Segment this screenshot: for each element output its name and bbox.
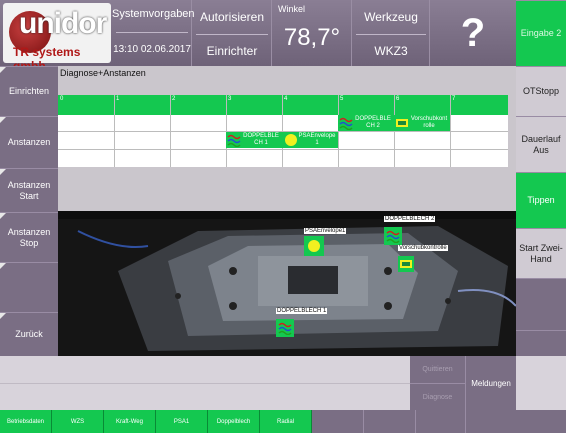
systemvorgaben-label: Systemvorgaben (112, 8, 195, 20)
camera-marker-vorschub[interactable] (398, 256, 414, 272)
grid-col-line (394, 95, 395, 167)
tab-psa1[interactable]: PSA1 (156, 410, 208, 433)
tab-empty (312, 410, 364, 433)
tick-label: 1 (116, 96, 120, 102)
quittieren-button[interactable]: Quittieren (410, 356, 466, 383)
tick-label: 6 (396, 96, 400, 102)
sensor-vorschubkontrolle[interactable]: Vorschubkont rolle (394, 115, 450, 131)
wave-icon (339, 117, 353, 130)
camera-marker-db1[interactable] (276, 319, 294, 337)
menu-start-zweihand[interactable]: Start Zwei-Hand (516, 228, 566, 278)
tab-empty (364, 410, 416, 433)
camera-marker-psa[interactable] (304, 236, 324, 256)
tick-label: 7 (452, 96, 456, 102)
sensor-label: DOPPELBLE CH 1 (243, 133, 279, 146)
tick-label: 3 (228, 96, 232, 102)
tab-radial[interactable]: Radial (260, 410, 312, 433)
winkel-value: 78,7° (283, 24, 341, 51)
menu-otstopp[interactable]: OTStopp (516, 66, 566, 116)
menu-empty (516, 278, 566, 330)
sensor-doppelblech-2[interactable]: DOPPELBLE CH 2 (338, 115, 394, 131)
feed-icon (396, 119, 408, 127)
datetime: 13:10 02.06.2017 (113, 44, 191, 55)
camera-marker-db2[interactable] (384, 227, 402, 245)
tick-label: 2 (172, 96, 176, 102)
camera-label-db2: DOPPELBLECH 2 (384, 216, 436, 222)
menu-anstanzen[interactable]: Anstanzen (0, 116, 58, 168)
divider (116, 32, 188, 33)
wave-icon (386, 230, 400, 243)
grid-col-line (450, 95, 451, 167)
menu-einrichten[interactable]: Einrichten (0, 66, 58, 116)
feed-icon (400, 260, 412, 268)
tab-betriebsdaten[interactable]: Betriebsdaten (0, 410, 52, 433)
tab-wzs[interactable]: WZS (52, 410, 104, 433)
grid-col-line (226, 95, 227, 167)
grid-col-line (114, 95, 115, 167)
divider (0, 383, 410, 384)
timeline-header (58, 95, 508, 115)
wave-icon (278, 322, 292, 335)
tab-empty (466, 410, 516, 433)
menu-dauerlauf[interactable]: Dauerlauf Aus (516, 116, 566, 172)
tick-label: 5 (340, 96, 344, 102)
werkzeug-value: WKZ3 (374, 44, 408, 58)
menu-tippen[interactable]: Tippen (516, 172, 566, 228)
menu-empty (0, 262, 58, 312)
camera-label-psa: PSAEnvelope1 (304, 228, 347, 234)
autorisieren-button[interactable]: Autorisieren Einrichter (192, 0, 272, 66)
unidor-logo: unidor TR systems gmbh (3, 3, 111, 73)
sensor-label: PSAEnvelope 1 (298, 133, 336, 146)
user-role: Einrichter (206, 44, 258, 58)
grid-col-line (338, 95, 339, 167)
camera-label-db1: DOPPELBLECH 1 (276, 308, 328, 314)
winkel-display: Winkel 78,7° (272, 0, 352, 66)
help-button[interactable]: ? (430, 0, 516, 66)
camera-view: PSAEnvelope1 DOPPELBLECH 2 Vorschubkontr… (58, 211, 516, 356)
tab-empty (416, 410, 466, 433)
camera-label-vorschub: Vorschubkontrolle (398, 245, 448, 251)
werkzeug-label: Werkzeug (364, 10, 418, 24)
sensor-psaenvelope[interactable]: PSAEnvelope 1 (282, 132, 338, 148)
menu-anstanzen-stop[interactable]: Anstanzen Stop (0, 212, 58, 262)
status-dot-icon (285, 134, 297, 146)
sensor-label: DOPPELBLE CH 2 (355, 116, 391, 129)
sensor-label: Vorschubkont rolle (410, 116, 448, 129)
menu-zurueck[interactable]: Zurück (0, 312, 58, 356)
autorisieren-label: Autorisieren (199, 10, 265, 24)
menu-anstanzen-start[interactable]: Anstanzen Start (0, 168, 58, 212)
logo-word: unidor (19, 7, 107, 40)
meldungen-button[interactable]: Meldungen (466, 356, 516, 410)
grid-col-line (282, 95, 283, 167)
tab-kraft-weg[interactable]: Kraft-Weg (104, 410, 156, 433)
divider (196, 34, 268, 35)
wave-icon (227, 134, 241, 147)
tab-doppelblech[interactable]: Doppelblech (208, 410, 260, 433)
grid-col-line (170, 95, 171, 167)
werkzeug-button[interactable]: Werkzeug WKZ3 (352, 0, 430, 66)
panel-title: Diagnose+Anstanzen (60, 68, 146, 78)
status-dot-icon (308, 240, 320, 252)
divider (356, 34, 426, 35)
sensor-doppelblech-1[interactable]: DOPPELBLE CH 1 (226, 132, 282, 148)
grid-row-line (58, 149, 508, 150)
tick-label: 0 (60, 96, 64, 102)
tick-label: 4 (284, 96, 288, 102)
menu-eingabe[interactable]: Eingabe 2 (516, 0, 566, 66)
systemvorgaben-button[interactable]: Systemvorgaben 13:10 02.06.2017 (112, 0, 195, 66)
diagnose-button[interactable]: Diagnose (410, 383, 466, 410)
winkel-label: Winkel (278, 4, 306, 14)
